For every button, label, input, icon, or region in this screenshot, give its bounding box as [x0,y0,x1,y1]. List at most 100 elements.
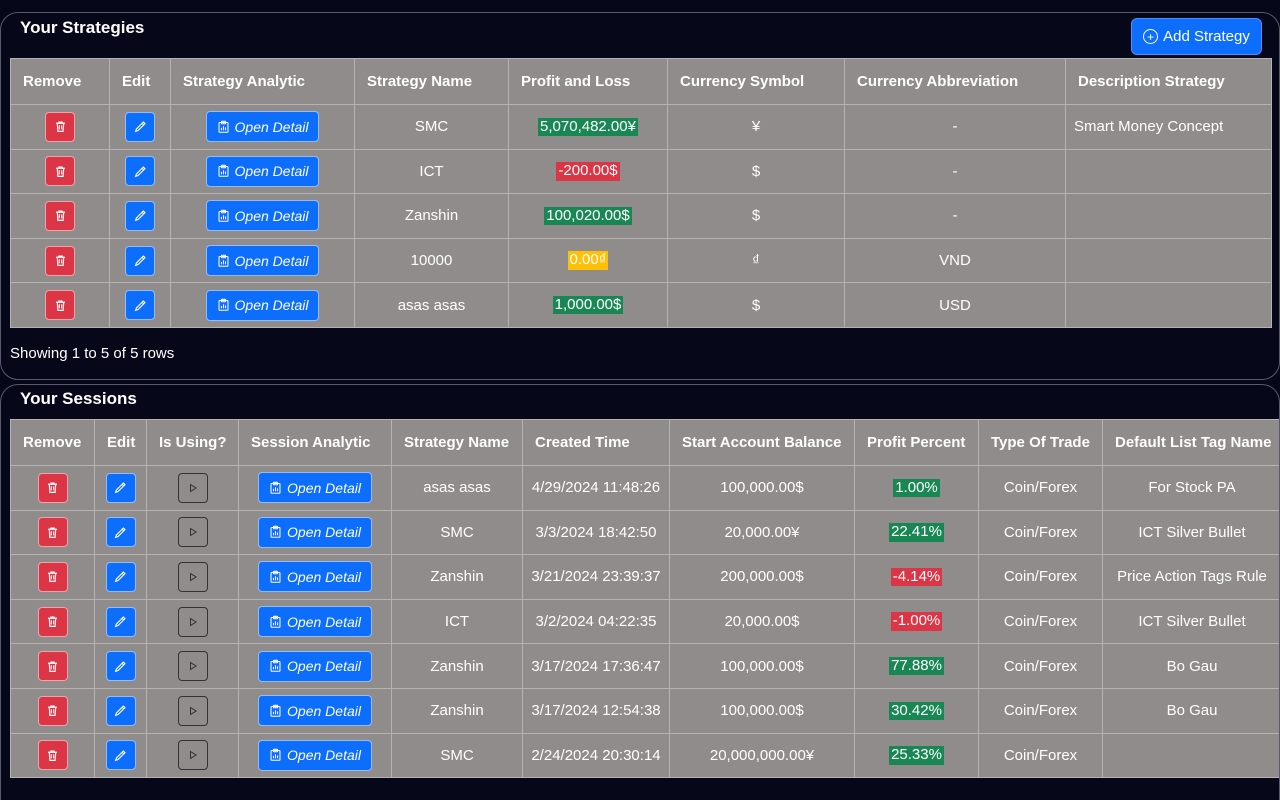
open-detail-button[interactable]: Open Detail [205,155,320,187]
sessions-col-header[interactable]: Remove [10,419,95,466]
delete-strategy-button[interactable] [45,111,75,142]
clipboard-chart-icon [269,525,282,539]
trash-icon [46,526,59,539]
created-time: 3/21/2024 23:39:37 [522,554,670,600]
delete-strategy-button[interactable] [45,245,75,276]
sessions-col-header[interactable]: Is Using? [146,419,239,466]
strategies-col-header[interactable]: Edit [109,58,171,105]
strategy-description [1065,193,1272,239]
edit-session-button[interactable] [105,472,136,503]
add-strategy-button[interactable]: + Add Strategy [1131,18,1262,55]
open-detail-button[interactable]: Open Detail [258,472,372,504]
open-detail-label: Open Detail [234,297,309,314]
edit-session-button[interactable] [105,517,136,548]
strategies-title: Your Strategies [20,18,145,37]
open-detail-button[interactable]: Open Detail [258,561,372,593]
pencil-icon [134,209,147,222]
currency-symbol: $ [667,193,845,239]
table-row: Open Detail Zanshin 3/17/2024 17:36:47 100,… [10,643,1279,689]
sessions-title: Your Sessions [20,389,137,408]
delete-strategy-button[interactable] [45,290,75,321]
delete-session-button[interactable] [37,606,68,637]
edit-session-button[interactable] [105,606,136,637]
strategy-name: asas asas [354,282,509,328]
strategies-table: Remove Edit Strategy Analytic Strategy Name… [10,58,1272,328]
delete-session-button[interactable] [37,740,68,771]
start-balance: 20,000.00¥ [669,509,855,556]
use-session-button[interactable] [177,517,208,548]
profit-percent-badge: -4.14% [890,567,943,587]
sessions-col-header[interactable]: Edit [94,419,147,466]
pencil-icon [134,254,147,267]
sessions-col-header[interactable]: Created Time [522,419,670,466]
edit-session-button[interactable] [105,695,136,726]
use-session-button[interactable] [177,740,208,771]
edit-strategy-button[interactable] [125,156,155,187]
profit-loss-badge: 1,000.00$ [552,295,624,315]
use-session-button[interactable] [177,606,208,637]
sessions-col-header[interactable]: Profit Percent [854,419,979,466]
table-row: Open Detail asas asas 4/29/2024 11:48:26 10… [10,465,1279,511]
trash-icon [46,749,59,762]
clipboard-chart-icon [269,615,282,629]
open-detail-button[interactable]: Open Detail [205,245,320,277]
open-detail-button[interactable]: Open Detail [205,200,320,232]
open-detail-button[interactable]: Open Detail [258,739,372,771]
delete-strategy-button[interactable] [45,200,75,231]
strategies-col-header[interactable]: Description Strategy [1065,58,1272,105]
strategies-col-header[interactable]: Strategy Analytic [170,58,355,105]
edit-strategy-button[interactable] [125,111,155,142]
open-detail-button[interactable]: Open Detail [258,695,372,727]
table-row: Open Detail Zanshin 3/17/2024 12:54:38 100,… [10,687,1279,734]
start-balance: 100,000.00$ [669,687,855,734]
delete-strategy-button[interactable] [45,156,75,187]
delete-session-button[interactable] [37,561,68,592]
created-time: 3/3/2024 18:42:50 [522,509,670,556]
edit-strategy-button[interactable] [125,200,155,231]
open-detail-label: Open Detail [234,163,309,180]
sessions-col-header[interactable]: Type Of Trade [978,419,1103,466]
use-session-button[interactable] [177,695,208,726]
use-session-button[interactable] [177,561,208,592]
strategies-col-header[interactable]: Currency Abbreviation [844,58,1066,105]
profit-percent-badge: 1.00% [893,478,940,498]
sessions-col-header[interactable]: Start Account Balance [669,419,855,466]
open-detail-button[interactable]: Open Detail [258,516,372,548]
use-session-button[interactable] [177,472,208,503]
sessions-col-header[interactable]: Strategy Name [391,419,523,466]
delete-session-button[interactable] [37,651,68,682]
open-detail-button[interactable]: Open Detail [258,650,372,682]
sessions-col-header[interactable]: Session Analytic [238,419,392,466]
open-detail-button[interactable]: Open Detail [258,606,372,638]
use-session-button[interactable] [177,651,208,682]
edit-session-button[interactable] [105,651,136,682]
edit-session-button[interactable] [105,561,136,592]
clipboard-chart-icon [217,298,230,312]
strategy-description [1065,282,1272,328]
strategy-name: ICT [354,148,509,195]
delete-session-button[interactable] [37,472,68,503]
delete-session-button[interactable] [37,517,68,548]
edit-session-button[interactable] [105,740,136,771]
pencil-icon [114,660,127,673]
default-tag-name: For Stock PA [1102,465,1279,511]
pencil-icon [134,165,147,178]
default-tag-name: Bo Gau [1102,643,1279,689]
strategies-col-header[interactable]: Remove [10,58,110,105]
pagination-info: Showing 1 to 5 of 5 rows [10,345,175,362]
edit-strategy-button[interactable] [125,290,155,321]
open-detail-label: Open Detail [234,252,309,269]
delete-session-button[interactable] [37,695,68,726]
sessions-col-header[interactable]: Default List Tag Name [1102,419,1279,466]
strategies-col-header[interactable]: Strategy Name [354,58,509,105]
open-detail-button[interactable]: Open Detail [205,289,320,321]
clipboard-chart-icon [217,164,230,178]
strategy-name: SMC [354,104,509,150]
open-detail-button[interactable]: Open Detail [205,111,320,143]
strategies-col-header[interactable]: Currency Symbol [667,58,845,105]
edit-strategy-button[interactable] [125,245,155,276]
strategies-col-header[interactable]: Profit and Loss [508,58,668,105]
sessions-panel: Your Sessions Remove Edit Is Using? Session… [0,384,1280,800]
strategies-header-row: Remove Edit Strategy Analytic Strategy Name… [10,58,1272,105]
table-row: Open Detail Zanshin 100,020.00$ $ - [10,193,1272,239]
